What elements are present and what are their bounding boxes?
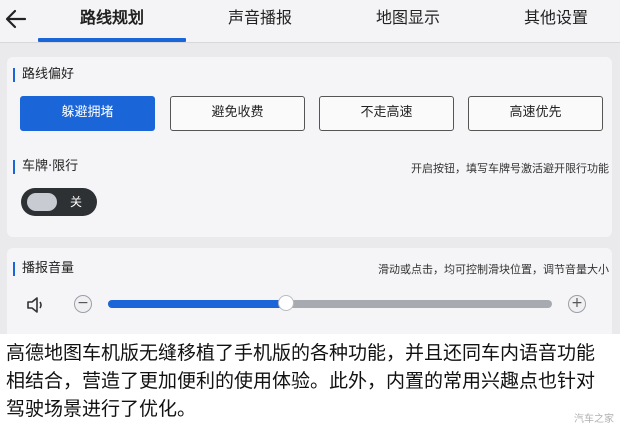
volume-slider-track[interactable] — [108, 295, 552, 311]
volume-hint: 滑动或点击，均可控制滑块位置，调节音量大小 — [378, 263, 609, 276]
plate-restriction-title: 车牌·限行 — [13, 160, 78, 174]
tab-route-planning[interactable]: 路线规划 — [38, 0, 186, 40]
top-tab-bar: 路线规划 声音播报 地图显示 其他设置 — [0, 0, 620, 43]
volume-increase-button[interactable]: + — [568, 295, 586, 313]
plate-restriction-hint: 开启按钮，填写车牌号激活避开限行功能 — [411, 162, 609, 175]
volume-title: 播报音量 — [13, 262, 74, 276]
active-tab-indicator — [38, 38, 186, 42]
back-button[interactable] — [4, 6, 28, 32]
tab-map-display[interactable]: 地图显示 — [344, 0, 472, 40]
caption-text: 高德地图车机版无缝移植了手机版的各种功能，并且还同车内语音功能相结合，营造了更加… — [6, 342, 596, 420]
plate-restriction-toggle[interactable]: 关 — [21, 188, 97, 216]
arrow-left-icon — [5, 9, 27, 29]
route-preference-title: 路线偏好 — [13, 68, 74, 82]
volume-decrease-button[interactable]: − — [74, 295, 92, 313]
toggle-knob — [27, 193, 57, 211]
tab-voice-broadcast[interactable]: 声音播报 — [196, 0, 324, 40]
avoid-tolls-button[interactable]: 避免收费 — [170, 96, 305, 131]
watermark: 汽车之家 — [574, 414, 614, 425]
speaker-button[interactable] — [26, 295, 48, 315]
speaker-icon — [27, 297, 42, 313]
tab-other-settings[interactable]: 其他设置 — [492, 0, 620, 40]
route-settings-card — [7, 57, 612, 237]
volume-slider-fill — [108, 300, 286, 308]
volume-slider-thumb[interactable] — [277, 295, 294, 311]
caption-panel: 高德地图车机版无缝移植了手机版的各种功能，并且还同车内语音功能相结合，营造了更加… — [0, 334, 620, 429]
highway-first-button[interactable]: 高速优先 — [468, 96, 603, 131]
avoid-congestion-button[interactable]: 躲避拥堵 — [20, 96, 155, 131]
no-highway-button[interactable]: 不走高速 — [319, 96, 454, 131]
toggle-state-label: 关 — [70, 195, 83, 209]
